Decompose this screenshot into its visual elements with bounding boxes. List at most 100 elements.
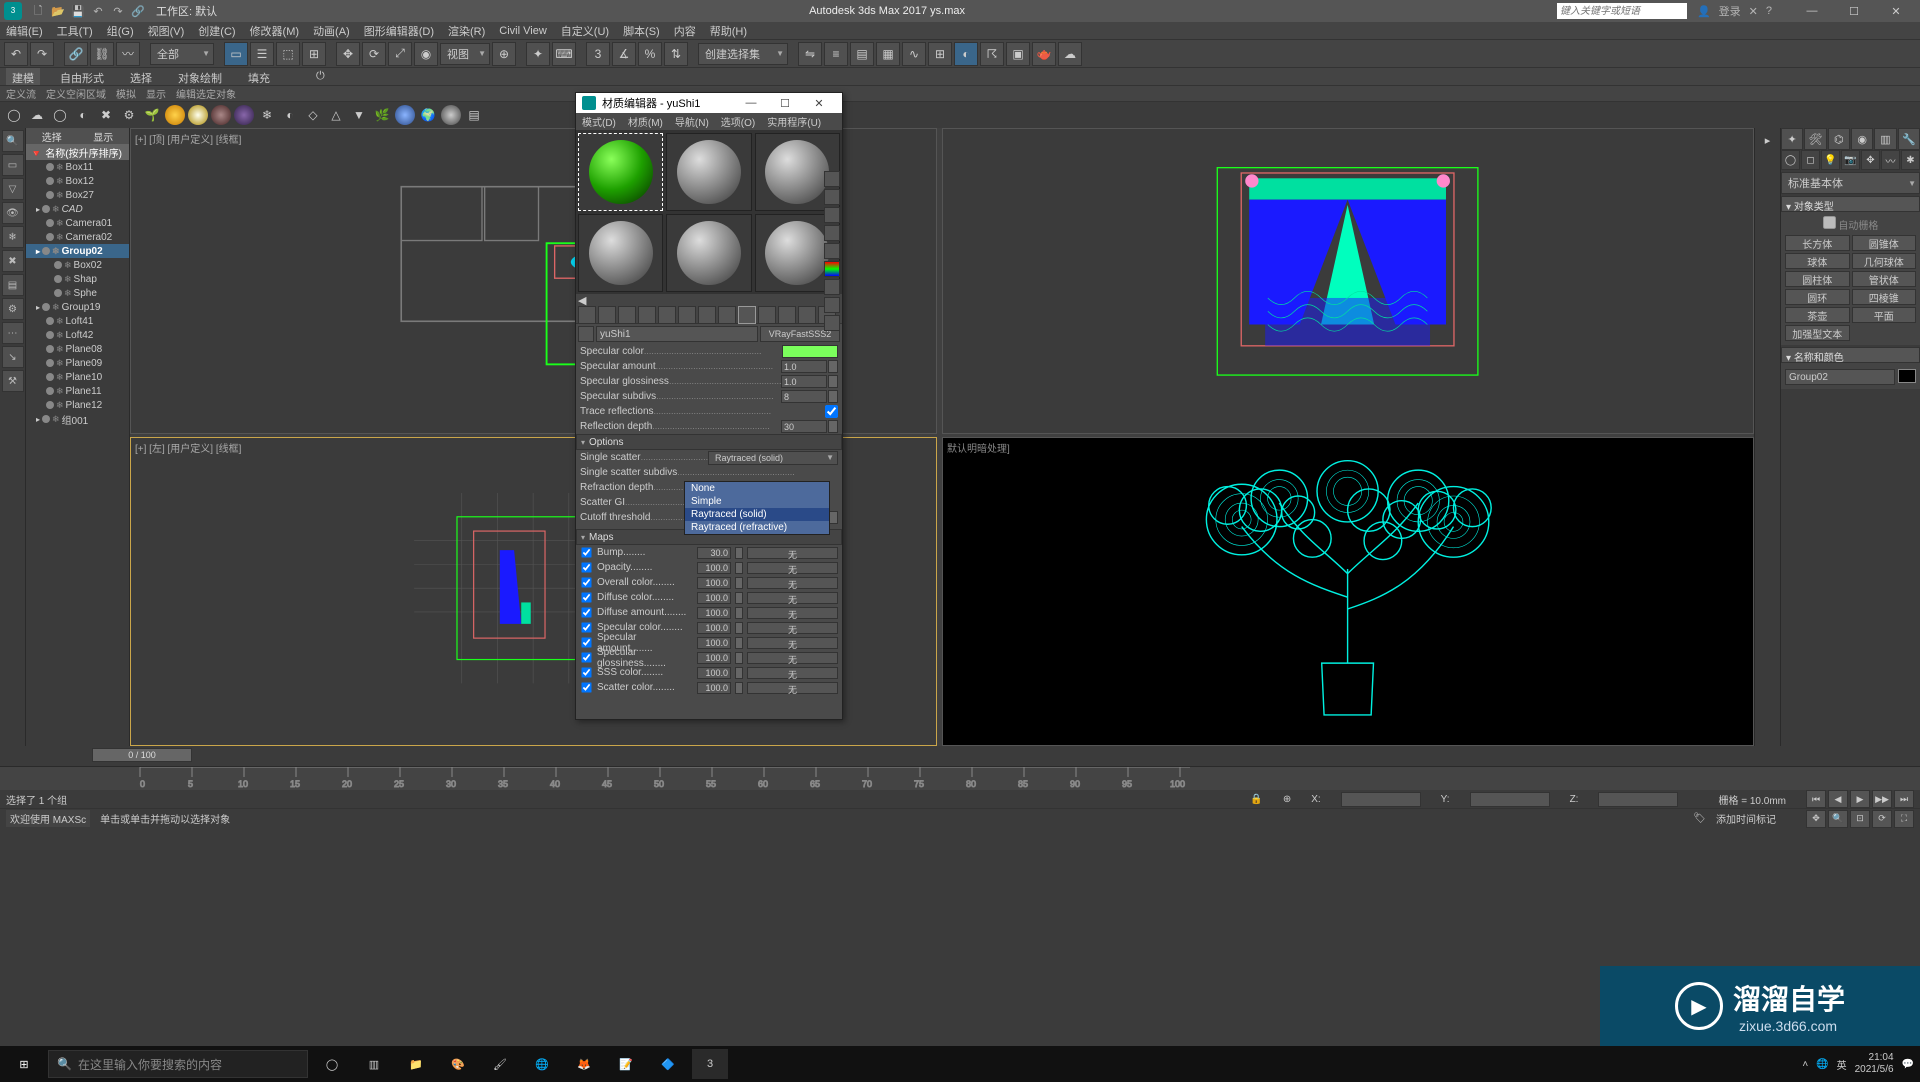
selection-filter[interactable]: 全部 — [150, 43, 214, 65]
mat-side-3[interactable] — [824, 207, 840, 223]
material-name-input[interactable] — [596, 326, 758, 342]
scene-item[interactable]: ❄Box12 — [26, 174, 129, 188]
ycoord-input[interactable] — [1470, 792, 1550, 807]
env-icon-16[interactable]: ▤ — [464, 105, 484, 125]
map-value[interactable]: 100.0 — [697, 652, 731, 664]
select-name-button[interactable]: ☰ — [250, 42, 274, 66]
app-icon-1[interactable]: 🎨 — [440, 1049, 476, 1079]
create-helpers-icon[interactable]: ✥ — [1861, 150, 1880, 170]
env-icon-10[interactable]: ◇ — [303, 105, 323, 125]
lt-arrow-icon[interactable]: ↘ — [2, 346, 24, 368]
map-slot-button[interactable]: 无 — [747, 637, 838, 649]
3dsmax-task-icon[interactable]: 3 — [692, 1049, 728, 1079]
dd-opt-simple[interactable]: Simple — [685, 495, 829, 508]
cmd-create-icon[interactable]: ✦ — [1781, 128, 1803, 150]
explorer-icon[interactable]: 📁 — [398, 1049, 434, 1079]
map-spinner[interactable] — [735, 682, 743, 694]
signin-icon[interactable]: 👤 — [1697, 5, 1711, 18]
spec-gloss-spinner[interactable] — [828, 375, 838, 388]
dd-opt-raytraced-refractive[interactable]: Raytraced (refractive) — [685, 521, 829, 534]
scene-item[interactable]: ❄Camera01 — [26, 216, 129, 230]
anim-prev-icon[interactable]: ◀ — [1828, 790, 1848, 808]
scene-sort-header[interactable]: 🔻 名称(按升序排序) — [26, 144, 129, 160]
orbit-icon[interactable]: ⟳ — [1872, 810, 1892, 828]
map-check[interactable] — [581, 622, 591, 632]
undo-button[interactable]: ↶ — [4, 42, 28, 66]
redo-button[interactable]: ↷ — [30, 42, 54, 66]
map-value[interactable]: 100.0 — [697, 682, 731, 694]
map-spinner[interactable] — [735, 667, 743, 679]
angle-snap-button[interactable]: ∡ — [612, 42, 636, 66]
workspace-selector[interactable]: 工作区: 默认 — [156, 3, 217, 19]
ball-icon-2[interactable] — [441, 105, 461, 125]
zcoord-input[interactable] — [1598, 792, 1678, 807]
map-check[interactable] — [581, 562, 591, 572]
refcoord-combo[interactable]: 视图 — [440, 43, 490, 65]
cmd-motion-icon[interactable]: ◉ — [1851, 128, 1873, 150]
scene-item[interactable]: ▸❄Group19 — [26, 300, 129, 314]
mat-tb-3[interactable] — [618, 306, 636, 324]
menu-view[interactable]: 视图(V) — [148, 23, 185, 39]
app-logo[interactable]: 3 — [4, 2, 22, 20]
lt-freeze-icon[interactable]: ❄ — [2, 226, 24, 248]
menu-tools[interactable]: 工具(T) — [57, 23, 93, 39]
keyboard-shortcut-button[interactable]: ⌨ — [552, 42, 576, 66]
scene-explorer-tabs[interactable]: 选择 显示 — [26, 128, 129, 144]
map-check[interactable] — [581, 667, 591, 677]
cmd-utilities-icon[interactable]: 🔧 — [1898, 128, 1920, 150]
map-spinner[interactable] — [735, 652, 743, 664]
named-selection-set[interactable]: 创建选择集 — [698, 43, 788, 65]
scene-item[interactable]: ❄Plane12 — [26, 398, 129, 412]
material-editor-button[interactable]: ◐ — [954, 42, 978, 66]
map-value[interactable]: 100.0 — [697, 667, 731, 679]
map-value[interactable]: 100.0 — [697, 577, 731, 589]
minimize-button[interactable]: — — [1792, 2, 1832, 20]
window-crossing-button[interactable]: ⊞ — [302, 42, 326, 66]
mat-slot-1[interactable] — [578, 133, 663, 211]
mat-tb-12[interactable] — [798, 306, 816, 324]
link-button[interactable]: 🔗 — [64, 42, 88, 66]
map-value[interactable]: 30.0 — [697, 547, 731, 559]
mat-titlebar[interactable]: 材质编辑器 - yuShi1 — ☐ ✕ — [576, 93, 842, 113]
lt-hide-icon[interactable]: ✖ — [2, 250, 24, 272]
map-slot-button[interactable]: 无 — [747, 682, 838, 694]
map-spinner[interactable] — [735, 547, 743, 559]
plant-icon[interactable]: 🌿 — [372, 105, 392, 125]
menu-content[interactable]: 内容 — [674, 23, 696, 39]
xcoord-input[interactable] — [1341, 792, 1421, 807]
create-spacewarps-icon[interactable]: 〰 — [1881, 150, 1900, 170]
map-value[interactable]: 100.0 — [697, 637, 731, 649]
scene-item[interactable]: ❄Box02 — [26, 258, 129, 272]
autogrid-check[interactable]: 自动栅格 — [1785, 216, 1916, 232]
zoom-extents-icon[interactable]: ⊡ — [1850, 810, 1870, 828]
new-icon[interactable]: 🗋 — [30, 3, 46, 19]
spec-subdivs-input[interactable]: 8 — [781, 390, 827, 403]
mat-slot-2[interactable] — [666, 133, 751, 211]
sun-icon[interactable] — [165, 105, 185, 125]
cloud-icon[interactable]: ☁ — [27, 105, 47, 125]
menu-render[interactable]: 渲染(R) — [448, 23, 485, 39]
scene-item[interactable]: ❄Sphe — [26, 286, 129, 300]
lt-more-icon[interactable]: ⋯ — [2, 322, 24, 344]
env-icon-3[interactable]: ◯ — [50, 105, 70, 125]
primitive-button[interactable]: 圆环 — [1785, 289, 1850, 305]
select-object-button[interactable]: ▭ — [224, 42, 248, 66]
cortana-icon[interactable]: ◯ — [314, 1049, 350, 1079]
refl-depth-spinner[interactable] — [828, 420, 838, 433]
render-setup-button[interactable]: ☈ — [980, 42, 1004, 66]
primitive-button[interactable]: 球体 — [1785, 253, 1850, 269]
map-spinner[interactable] — [735, 637, 743, 649]
scene-tab-display[interactable]: 显示 — [93, 129, 113, 144]
eyedropper-icon[interactable] — [578, 326, 594, 342]
env-icon-6[interactable]: ⚙ — [119, 105, 139, 125]
scene-item[interactable]: ❄Plane08 — [26, 342, 129, 356]
spinner-snap-button[interactable]: ⇅ — [664, 42, 688, 66]
mat-tb-11[interactable] — [778, 306, 796, 324]
primitive-button[interactable]: 长方体 — [1785, 235, 1850, 251]
create-geometry-icon[interactable]: ◯ — [1781, 150, 1800, 170]
create-category-combo[interactable]: 标准基本体 — [1781, 172, 1920, 194]
mat-tb-10[interactable] — [758, 306, 776, 324]
spec-amount-input[interactable]: 1.0 — [781, 360, 827, 373]
bind-spacewarp-button[interactable]: 〰 — [116, 42, 140, 66]
mat-tb-7[interactable] — [698, 306, 716, 324]
